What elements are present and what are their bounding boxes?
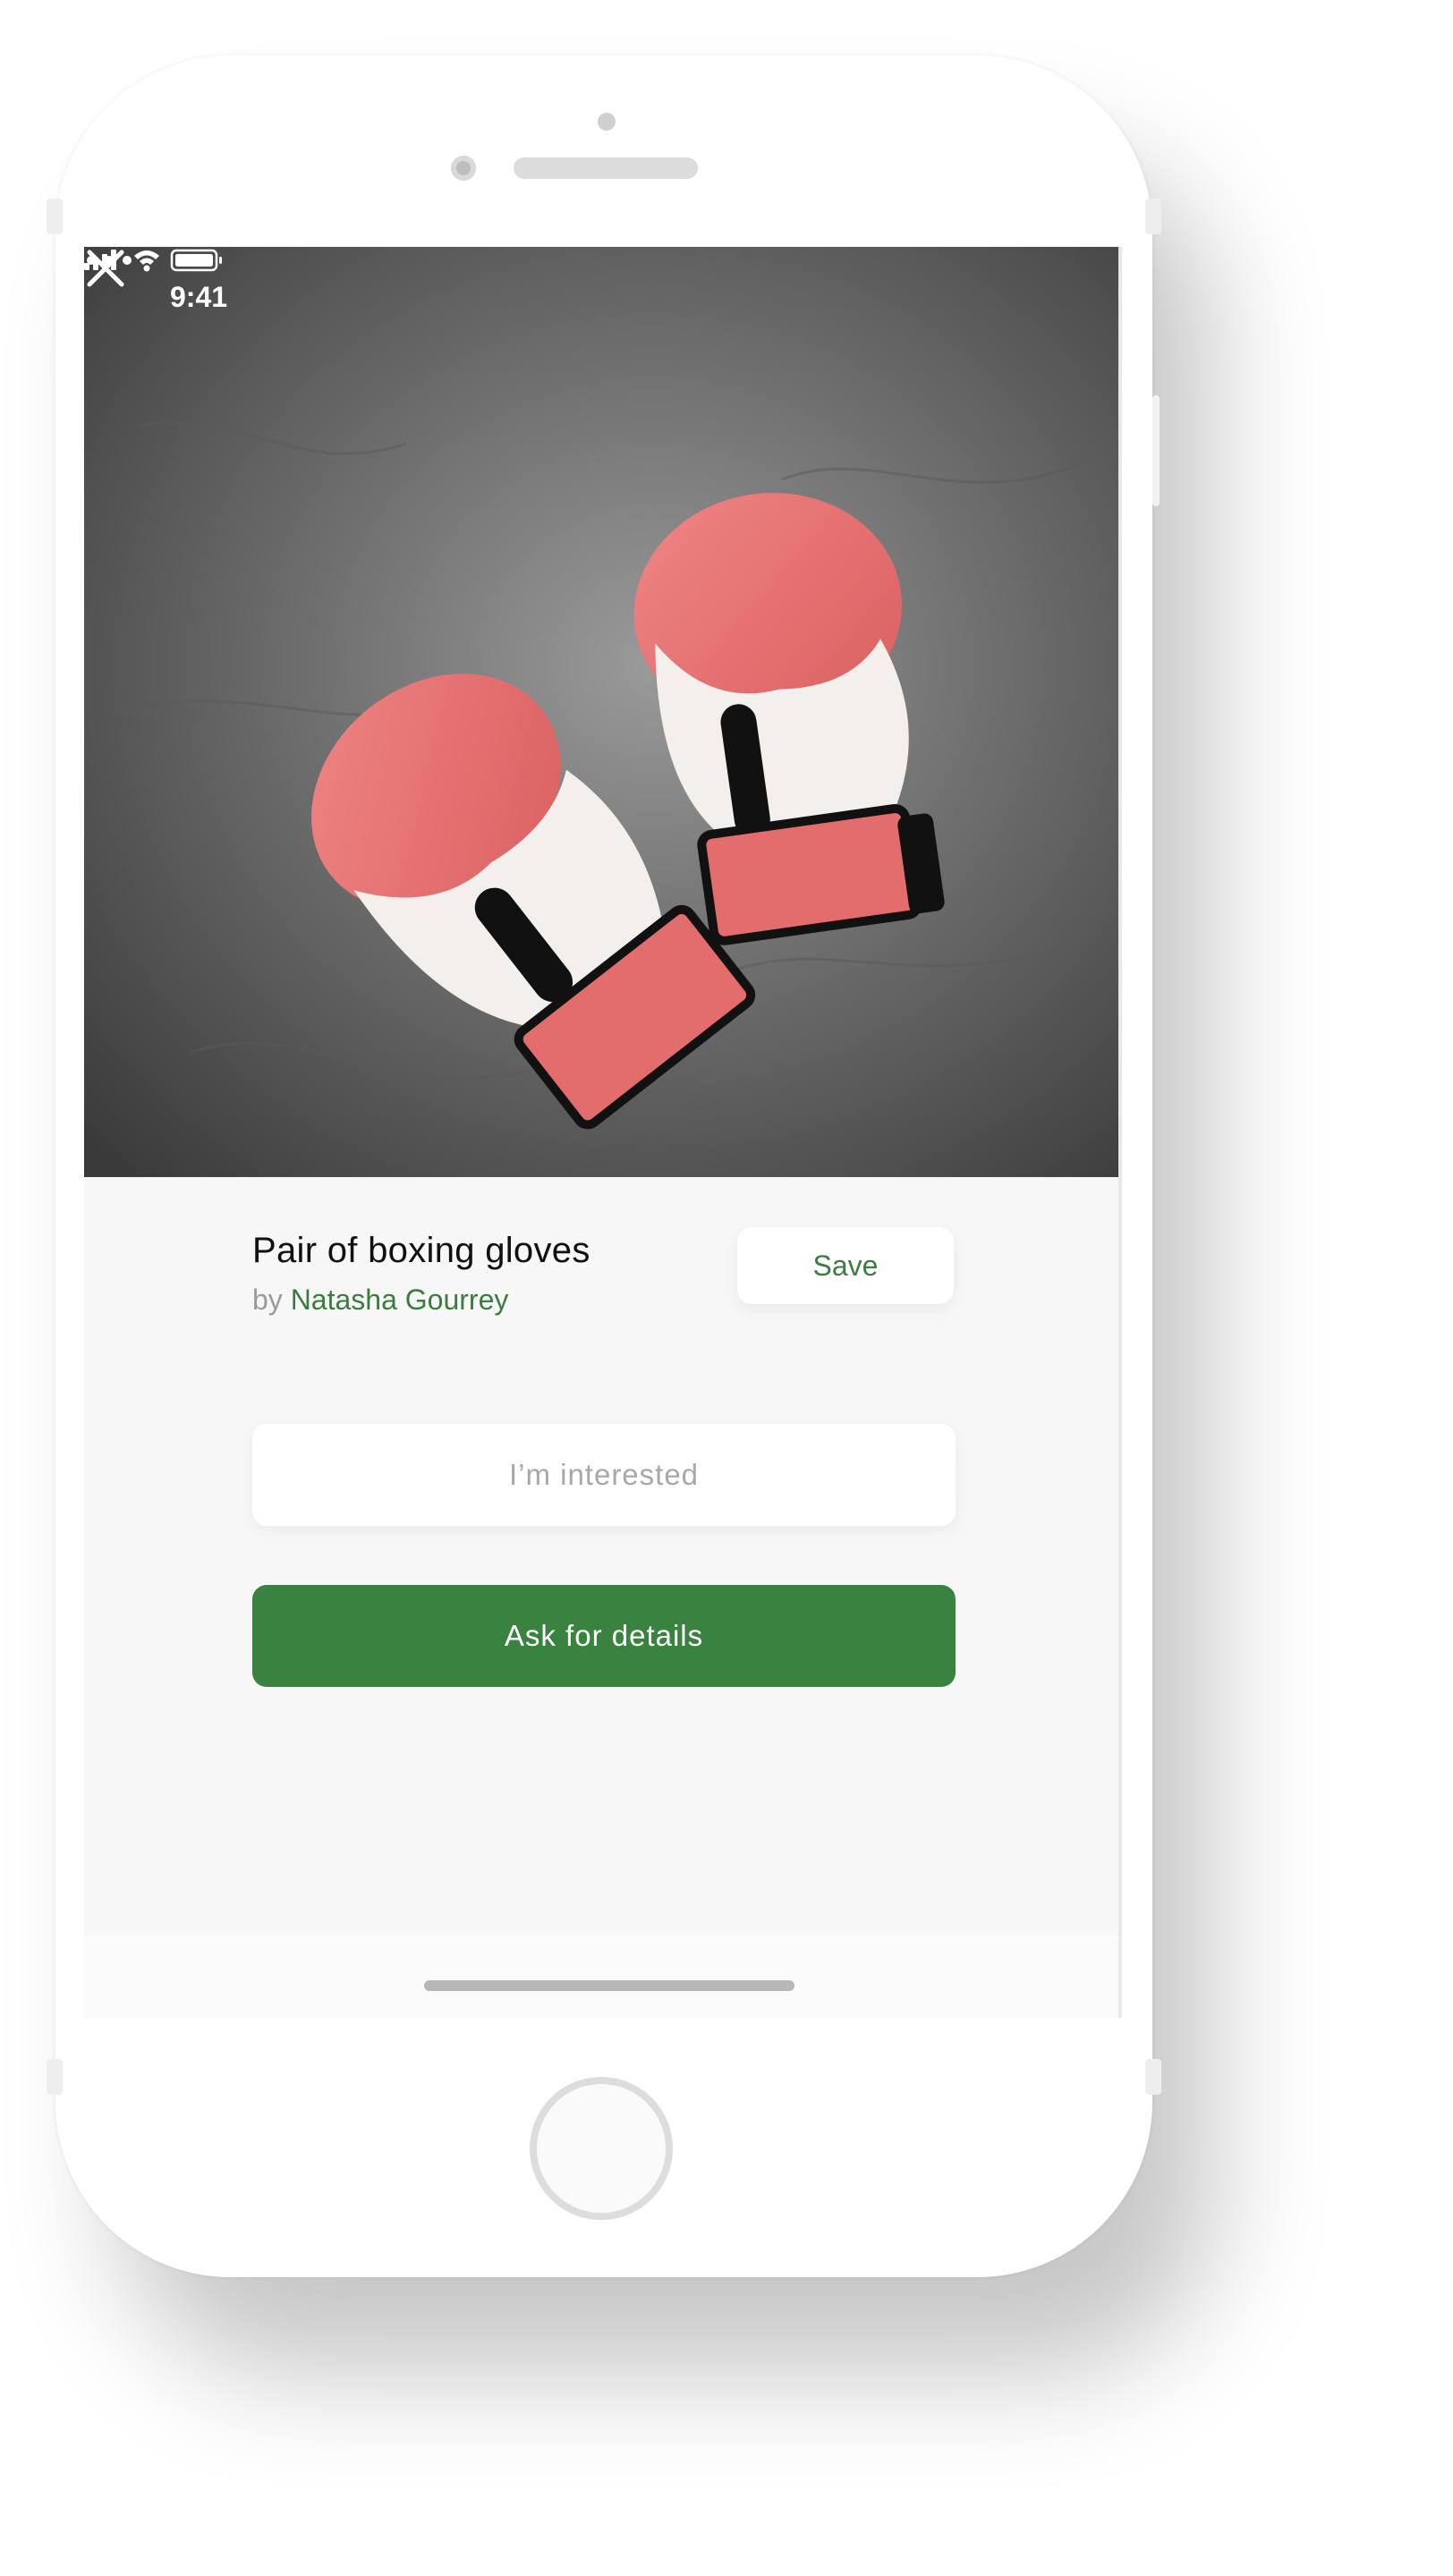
interested-button[interactable]: I’m interested — [252, 1424, 956, 1526]
wifi-icon — [134, 250, 159, 272]
byline-prefix: by — [252, 1284, 283, 1316]
home-button[interactable] — [530, 2077, 673, 2220]
sensor-dot — [598, 113, 616, 131]
screen: 9:41 Pair of boxing gloves by Natasha Go… — [84, 247, 1122, 2018]
side-button — [1145, 199, 1161, 234]
earpiece-speaker — [514, 157, 698, 179]
battery-icon — [170, 249, 222, 272]
boxing-gloves-illustration — [84, 247, 1118, 1177]
side-button — [1145, 2059, 1161, 2095]
home-indicator[interactable] — [424, 1980, 794, 1991]
status-bar: 9:41 — [84, 247, 1118, 345]
power-button — [1152, 395, 1160, 506]
more-dots-icon[interactable] — [84, 247, 134, 274]
ask-for-details-button[interactable]: Ask for details — [252, 1585, 956, 1687]
author-link[interactable]: Natasha Gourrey — [291, 1284, 509, 1316]
screen-edge — [1118, 247, 1122, 2018]
side-button — [47, 199, 63, 234]
front-camera — [451, 156, 476, 181]
save-button[interactable]: Save — [737, 1227, 954, 1304]
bottom-area — [84, 1936, 1118, 2018]
product-photo: 9:41 — [84, 247, 1118, 1177]
status-time: 9:41 — [170, 281, 228, 313]
side-button — [47, 2059, 63, 2095]
